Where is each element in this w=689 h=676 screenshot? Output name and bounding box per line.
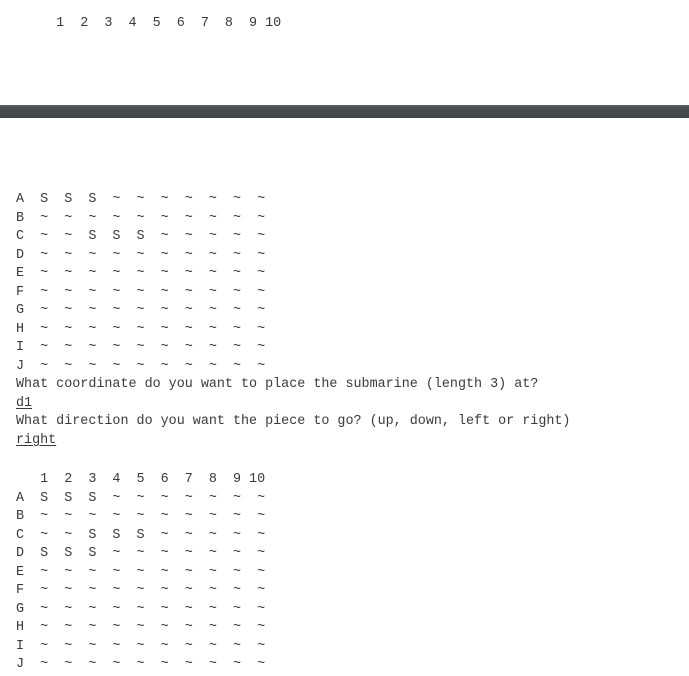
prompt-log: What coordinate do you want to place the… bbox=[16, 376, 570, 450]
board-grid-before: A S S S ~ ~ ~ ~ ~ ~ ~ B ~ ~ ~ ~ ~ ~ ~ ~ … bbox=[16, 192, 266, 374]
section-divider bbox=[0, 105, 689, 118]
direction-answer-input[interactable]: right bbox=[16, 432, 570, 451]
coordinate-answer-input[interactable]: d1 bbox=[16, 395, 570, 414]
terminal-screen: 1 2 3 4 5 6 7 8 9 10 A S S S ~ ~ ~ ~ ~ ~… bbox=[0, 0, 689, 676]
direction-question: What direction do you want the piece to … bbox=[16, 414, 571, 430]
board-grid-after: 1 2 3 4 5 6 7 8 9 10 A S S S ~ ~ ~ ~ ~ ~… bbox=[16, 472, 266, 673]
coordinate-question: What coordinate do you want to place the… bbox=[16, 377, 539, 392]
top-column-header: 1 2 3 4 5 6 7 8 9 10 bbox=[16, 16, 282, 31]
